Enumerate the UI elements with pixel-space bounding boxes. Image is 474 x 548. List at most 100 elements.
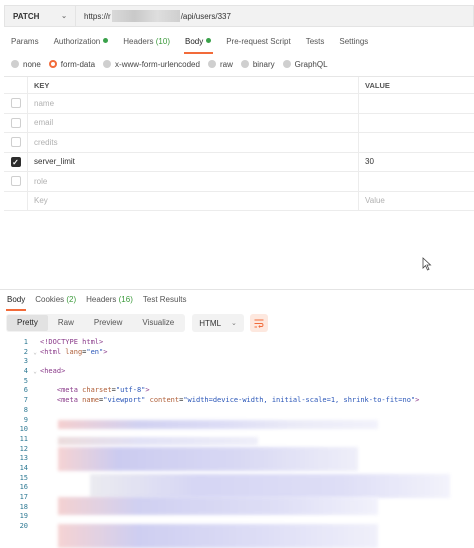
body-type-raw[interactable]: raw <box>207 59 233 69</box>
line-number: 14 <box>19 463 28 472</box>
body-type-x-www-form-urlencoded[interactable]: x-www-form-urlencoded <box>103 60 200 69</box>
table-row-new: Key Value <box>4 191 474 211</box>
pane-divider[interactable] <box>0 289 474 290</box>
view-mode-visualize[interactable]: Visualize <box>132 315 184 331</box>
response-tab-body[interactable]: Body <box>4 293 32 311</box>
gutter-spacer <box>30 396 40 406</box>
new-key-input[interactable]: Key <box>28 191 359 210</box>
status-dot-icon <box>103 38 109 44</box>
key-cell[interactable]: role <box>28 172 359 191</box>
view-mode-segmented: Pretty Raw Preview Visualize <box>6 314 186 332</box>
gutter-spacer <box>30 406 40 416</box>
gutter-spacer <box>30 416 40 426</box>
value-cell[interactable] <box>359 94 474 113</box>
tab-label: Tests <box>305 37 325 46</box>
radio-label: x-www-form-urlencoded <box>115 59 200 69</box>
line-number: 1 <box>23 338 28 346</box>
gutter-spacer <box>30 522 40 532</box>
radio-label: raw <box>219 59 233 69</box>
line-number: 19 <box>19 512 28 521</box>
view-mode-pretty[interactable]: Pretty <box>7 315 48 331</box>
gutter-spacer <box>30 377 40 387</box>
radio-button[interactable] <box>207 60 216 68</box>
line-number: 2 <box>23 347 28 356</box>
key-cell[interactable]: name <box>28 94 359 113</box>
language-select[interactable]: HTML ⌄ <box>192 314 244 332</box>
body-type-graphql[interactable]: GraphQL <box>282 59 328 69</box>
mouse-cursor-icon <box>422 257 432 271</box>
tab-count-badge: (2) <box>66 295 77 304</box>
response-tab-headers[interactable]: Headers (16) <box>83 293 140 309</box>
tab-body[interactable]: Body <box>178 34 219 54</box>
fold-chevron-icon[interactable]: ⌄ <box>30 367 40 377</box>
gutter-spacer <box>30 435 40 445</box>
key-column-header: KEY <box>28 77 359 93</box>
line-number: 11 <box>19 434 28 443</box>
tab-authorization[interactable]: Authorization <box>47 34 117 52</box>
method-label: PATCH <box>13 11 40 21</box>
wrap-lines-icon <box>254 319 264 328</box>
value-column-header: VALUE <box>365 80 390 90</box>
request-tabs: Params Authorization Headers (10) Body Pre-r… <box>4 34 376 54</box>
checkbox[interactable] <box>10 137 21 148</box>
value-cell[interactable] <box>359 114 474 133</box>
code-text: <meta name="viewport" content="width=dev… <box>56 396 420 405</box>
checkbox[interactable] <box>10 98 21 109</box>
tab-settings[interactable]: Settings <box>332 34 376 52</box>
fold-chevron-icon[interactable]: ⌄ <box>30 348 40 358</box>
value-cell[interactable] <box>359 172 474 191</box>
table-row: ✓ server_limit 30 <box>4 152 474 172</box>
body-type-form-data[interactable]: form-data <box>48 60 95 69</box>
checkbox-checked[interactable]: ✓ <box>10 156 21 167</box>
gutter-spacer <box>30 503 40 513</box>
tab-label: Authorization <box>53 37 101 46</box>
response-tab-cookies[interactable]: Cookies (2) <box>32 293 83 309</box>
url-input[interactable]: https://r /api/users/337 <box>76 5 474 27</box>
checkbox[interactable] <box>10 176 21 187</box>
gutter-spacer <box>30 454 40 464</box>
gutter-spacer <box>30 512 40 522</box>
key-cell[interactable]: credits <box>28 133 359 152</box>
tab-label: Body <box>184 37 204 46</box>
line-number: 12 <box>19 444 28 453</box>
key-cell[interactable]: email <box>28 113 359 132</box>
code-line: 4 ⌄ <head> <box>0 367 474 377</box>
checkbox[interactable] <box>10 117 21 128</box>
radio-button[interactable] <box>103 60 112 68</box>
tab-count-badge: (10) <box>155 37 170 46</box>
body-type-none[interactable]: none <box>11 60 41 69</box>
value-cell[interactable] <box>359 133 474 152</box>
view-mode-raw[interactable]: Raw <box>48 315 84 331</box>
view-mode-preview[interactable]: Preview <box>84 315 132 331</box>
gutter-spacer <box>30 425 40 435</box>
radio-button[interactable] <box>282 60 291 68</box>
redacted-host-mask <box>111 10 180 22</box>
radio-button[interactable] <box>11 60 19 68</box>
radio-button[interactable] <box>240 60 249 68</box>
radio-label: GraphQL <box>294 59 328 69</box>
code-line: 8 <box>0 406 474 416</box>
response-tabs: Body Cookies (2) Headers (16) Test Results <box>4 293 194 311</box>
key-cell[interactable]: server_limit <box>28 152 359 171</box>
tab-pre-request-script[interactable]: Pre-request Script <box>219 34 298 52</box>
method-select[interactable]: PATCH ⌄ <box>4 5 76 27</box>
code-line: 2 ⌄ <html lang="en"> <box>0 348 474 358</box>
tab-label: Test Results <box>142 295 187 304</box>
new-value-input[interactable]: Value <box>359 192 474 211</box>
radio-button[interactable] <box>48 60 57 68</box>
tab-params[interactable]: Params <box>4 34 47 52</box>
line-number: 15 <box>19 473 28 482</box>
response-tab-test-results[interactable]: Test Results <box>140 293 194 309</box>
tab-label: Params <box>11 37 39 46</box>
table-row: role <box>4 172 474 192</box>
tab-headers[interactable]: Headers (10) <box>116 34 178 52</box>
body-type-binary[interactable]: binary <box>240 60 275 69</box>
tab-label: Headers <box>123 37 154 46</box>
tab-tests[interactable]: Tests <box>299 34 333 52</box>
wrap-lines-button[interactable] <box>249 314 268 332</box>
line-number: 6 <box>23 386 28 395</box>
tab-label: Pre-request Script <box>226 37 291 46</box>
value-cell[interactable]: 30 <box>359 153 474 172</box>
table-row: credits <box>4 133 474 153</box>
gutter-spacer <box>30 464 40 474</box>
